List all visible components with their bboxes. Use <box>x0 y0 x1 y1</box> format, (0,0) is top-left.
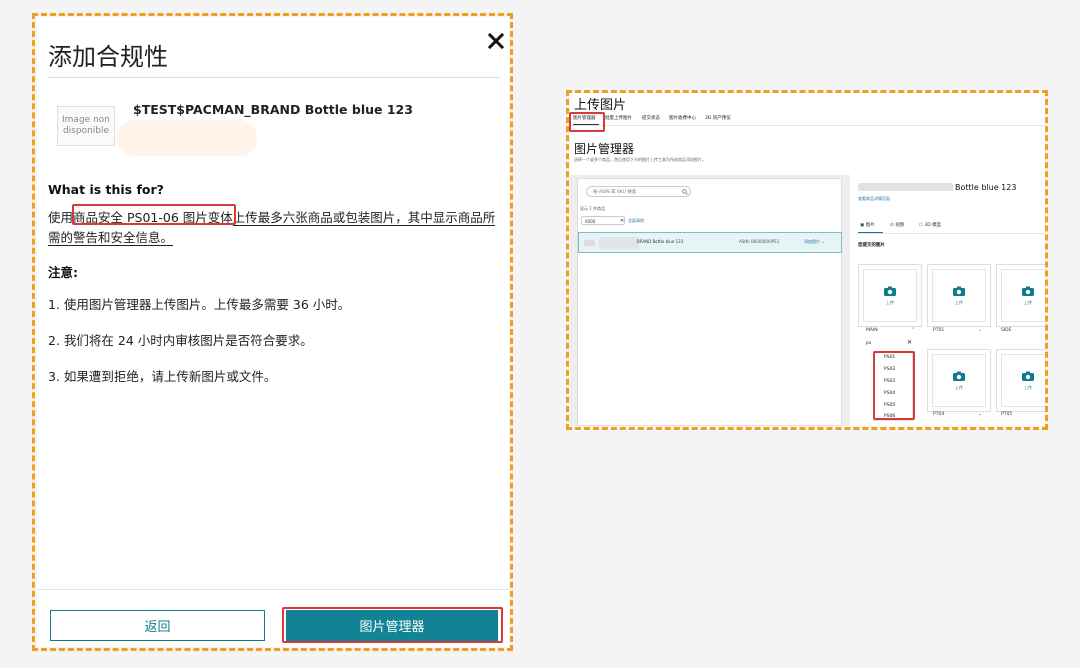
image-manager-screenshot: 上传图片 图片管理器 批量上传图片 提交状态 图片收费中心 3D 资产预览 图片… <box>570 93 1045 426</box>
chevron-down-icon[interactable]: ⌄ <box>978 411 982 417</box>
back-button[interactable]: 返回 <box>50 610 265 641</box>
nav-tab-bulk-upload[interactable]: 批量上传图片 <box>605 115 632 121</box>
camera-icon <box>884 286 896 296</box>
row-thumbnail <box>584 240 595 246</box>
product-name: $TEST$PACMAN_BRAND Bottle blue 123 <box>133 102 413 117</box>
upload-slot-pt05[interactable]: 上传 <box>996 349 1045 412</box>
nav-divider <box>570 125 1045 126</box>
filter-chip[interactable]: 0000 ✕ <box>581 216 625 225</box>
close-icon[interactable] <box>486 31 506 51</box>
note-item: 2. 我们将在 24 小时内审核图片是否符合要求。 <box>48 333 313 348</box>
search-icon[interactable] <box>682 189 688 195</box>
upload-label: 上传 <box>1024 300 1032 305</box>
highlight-image-manager-tab <box>569 112 605 132</box>
upload-label: 上传 <box>955 385 963 390</box>
image-manager-subtitle: 选择一个或多个商品，然后使用下方的图片上传工具为所选商品添加图片。 <box>574 157 706 162</box>
clear-filter-link[interactable]: 全部清除 <box>628 218 644 224</box>
filter-chip-label: 0000 <box>585 219 596 224</box>
highlight-ps-options <box>873 351 915 420</box>
view-detail-page-link[interactable]: 查看商品详情页面 <box>858 196 890 202</box>
table-row[interactable]: BRAND Bottle blue 123 ASIN: B0000000PS3 … <box>578 232 842 253</box>
highlight-ps-variant <box>72 204 236 225</box>
slot-variant-pt04[interactable]: PT04 <box>933 412 944 417</box>
note-heading: 注意: <box>48 265 78 280</box>
row-add-images-link[interactable]: 添加图片 ⌄ <box>804 239 825 245</box>
blurred-redaction <box>858 183 953 191</box>
chip-close-icon[interactable]: ✕ <box>620 217 624 226</box>
title-divider <box>48 77 500 78</box>
filter-count-label: 显示 1 件商品 <box>580 206 606 211</box>
search-input[interactable]: 按 ASIN 或 SKU 搜索 <box>586 186 691 197</box>
slot-variant-main[interactable]: MAIN <box>866 328 878 333</box>
row-product-name: BRAND Bottle blue 123 <box>637 239 684 244</box>
nav-tab-image-fee-center[interactable]: 图片收费中心 <box>669 115 696 121</box>
search-placeholder: 按 ASIN 或 SKU 搜索 <box>593 190 637 195</box>
product-image-placeholder: Image non disponible <box>57 106 115 146</box>
tab-images-label: 图片 <box>865 223 875 228</box>
blurred-redaction <box>117 120 257 156</box>
slot-variant-pt01[interactable]: PT01 <box>933 328 944 333</box>
product-list-panel: 按 ASIN 或 SKU 搜索 显示 1 件商品 0000 ✕ 全部清除 BRA… <box>577 178 842 426</box>
tab-3d-model-label: 3D 模型 <box>924 223 942 228</box>
clear-variant-icon[interactable]: ✕ <box>907 339 912 346</box>
image-manager-heading: 图片管理器 <box>574 142 635 156</box>
tab-videos[interactable]: ⊙ 视频 <box>890 222 904 228</box>
row-add-images-label: 添加图片 <box>804 239 820 244</box>
tab-images[interactable]: ▣ 图片 <box>860 222 875 228</box>
camera-icon <box>1022 286 1034 296</box>
modal-title: 添加合规性 <box>48 43 168 71</box>
upload-label: 上传 <box>955 300 963 305</box>
nav-tab-3d-preview[interactable]: 3D 资产预览 <box>705 115 731 121</box>
add-compliance-modal: 添加合规性 Image non disponible $TEST$PACMAN_… <box>37 17 509 647</box>
video-icon: ⊙ <box>890 223 894 228</box>
blurred-redaction <box>599 237 639 249</box>
chevron-down-icon[interactable]: ⌄ <box>978 327 982 333</box>
detail-tab-divider <box>858 233 1045 234</box>
note-item: 1. 使用图片管理器上传图片。上传最多需要 36 小时。 <box>48 297 351 312</box>
camera-icon <box>1022 371 1034 381</box>
cube-icon: ⬡ <box>919 223 923 228</box>
camera-icon <box>953 371 965 381</box>
upload-slot-side[interactable]: 上传 <box>996 264 1045 327</box>
nav-tab-submission-status[interactable]: 提交状态 <box>642 115 660 121</box>
note-item: 3. 如果遭到拒绝，请上传新图片或文件。 <box>48 369 277 384</box>
upload-slot-pt04[interactable]: 上传 <box>927 349 991 412</box>
upload-label: 上传 <box>886 300 894 305</box>
row-asin: ASIN: B0000000PS3 <box>739 239 780 244</box>
slot-variant-pt05[interactable]: PT05 <box>1001 412 1012 417</box>
highlight-manager-button <box>282 607 503 643</box>
what-is-this-for-heading: What is this for? <box>48 182 164 197</box>
tab-videos-label: 视频 <box>895 223 905 228</box>
tab-3d-model[interactable]: ⬡ 3D 模型 <box>919 222 941 228</box>
detail-product-name: Bottle blue 123 <box>955 183 1017 192</box>
description-before: 使用 <box>48 210 74 225</box>
camera-icon <box>953 286 965 296</box>
upload-label: 上传 <box>1024 385 1032 390</box>
slot-variant-side[interactable]: SIDE <box>1001 328 1012 333</box>
variant-search-input[interactable]: ps <box>866 341 910 349</box>
submitted-images-label: 您提交的图片 <box>858 243 885 248</box>
upload-slot-pt01[interactable]: 上传 <box>927 264 991 327</box>
image-icon: ▣ <box>860 223 865 228</box>
footer-divider <box>37 589 509 590</box>
upload-images-title: 上传图片 <box>574 98 627 113</box>
upload-slot-main[interactable]: 上传 <box>858 264 922 327</box>
chevron-up-icon[interactable]: ⌃ <box>911 327 915 333</box>
